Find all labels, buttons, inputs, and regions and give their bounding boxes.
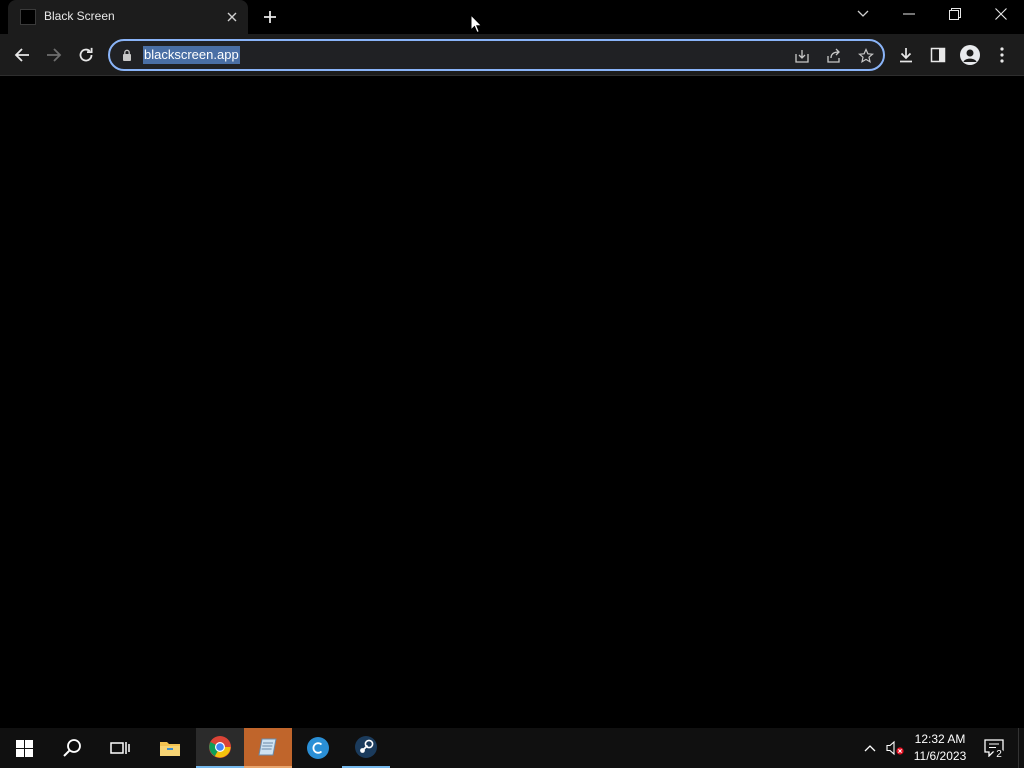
- profile-icon: [960, 45, 980, 65]
- side-panel-button[interactable]: [926, 43, 950, 67]
- download-icon: [900, 48, 912, 63]
- bookmark-star-icon: [858, 48, 874, 64]
- back-arrow-icon: [14, 48, 29, 62]
- notification-count-badge: 2: [993, 749, 1005, 761]
- restore-icon: [949, 8, 961, 20]
- tab-title: Black Screen: [44, 9, 115, 23]
- browser-menu-button[interactable]: [990, 43, 1014, 67]
- downloads-button[interactable]: [894, 43, 918, 67]
- windows-taskbar: 12:32 AM 11/6/2023 2: [0, 728, 1024, 768]
- clock[interactable]: 12:32 AM 11/6/2023: [908, 731, 972, 765]
- profile-button[interactable]: [958, 43, 982, 67]
- install-app-icon: [795, 50, 809, 63]
- windows-start-icon: [15, 739, 33, 757]
- browser-toolbar: blackscreen.app: [0, 34, 1024, 76]
- action-center-button[interactable]: 2: [980, 728, 1008, 768]
- close-icon: [995, 8, 1007, 20]
- file-explorer-button[interactable]: [146, 728, 194, 768]
- black-square-icon: [20, 9, 36, 25]
- tab-search-button[interactable]: [840, 0, 886, 28]
- share-button[interactable]: [824, 46, 844, 66]
- tab-close-button[interactable]: [222, 7, 242, 27]
- search-icon: [63, 739, 81, 757]
- chevron-up-icon: [864, 745, 876, 752]
- tab-strip: Black Screen: [0, 0, 1024, 34]
- window-close-button[interactable]: [978, 0, 1024, 28]
- minimize-button[interactable]: [886, 0, 932, 28]
- forward-arrow-icon: [47, 48, 62, 62]
- task-view-icon: [110, 742, 130, 754]
- c-circle-icon: [307, 737, 329, 759]
- reload-icon: [79, 47, 93, 62]
- folder-icon: [160, 742, 180, 756]
- menu-icon: [1000, 47, 1004, 63]
- url-text[interactable]: blackscreen.app: [143, 46, 240, 64]
- mouse-cursor-icon: [470, 14, 482, 34]
- close-icon: [227, 12, 237, 22]
- plus-icon: [264, 11, 276, 23]
- steam-icon: [355, 736, 377, 758]
- c-app-taskbar-button[interactable]: [294, 728, 342, 768]
- side-panel-icon: [930, 47, 946, 63]
- notebook-taskbar-button[interactable]: [244, 728, 292, 768]
- tab-search-icon: [857, 10, 869, 17]
- volume-button[interactable]: [884, 728, 906, 768]
- screen: Black Screen blackscreen.app 12:32 AM 11…: [0, 0, 1024, 768]
- task-view-button[interactable]: [96, 728, 144, 768]
- steam-taskbar-button[interactable]: [342, 728, 390, 768]
- page-content: [0, 76, 1024, 728]
- back-button[interactable]: [8, 41, 36, 69]
- clock-date: 11/6/2023: [913, 749, 967, 763]
- minimize-icon: [903, 13, 915, 15]
- notebook-icon: [258, 738, 277, 756]
- tab-black-screen[interactable]: Black Screen: [8, 0, 248, 34]
- share-icon: [827, 48, 840, 63]
- clock-time: 12:32 AM: [914, 732, 966, 746]
- forward-button[interactable]: [40, 41, 68, 69]
- reload-button[interactable]: [72, 41, 100, 69]
- address-bar[interactable]: blackscreen.app: [108, 39, 885, 71]
- show-hidden-icons-button[interactable]: [860, 728, 880, 768]
- restore-button[interactable]: [932, 0, 978, 28]
- volume-muted-icon: [886, 740, 904, 756]
- bookmark-button[interactable]: [856, 46, 876, 66]
- install-app-button[interactable]: [792, 46, 812, 66]
- chrome-icon: [209, 736, 231, 758]
- chrome-taskbar-button[interactable]: [196, 728, 244, 768]
- search-button[interactable]: [48, 728, 96, 768]
- start-button[interactable]: [0, 728, 48, 768]
- lock-icon[interactable]: [122, 49, 132, 61]
- show-desktop-button[interactable]: [1018, 728, 1024, 768]
- new-tab-button[interactable]: [258, 5, 282, 29]
